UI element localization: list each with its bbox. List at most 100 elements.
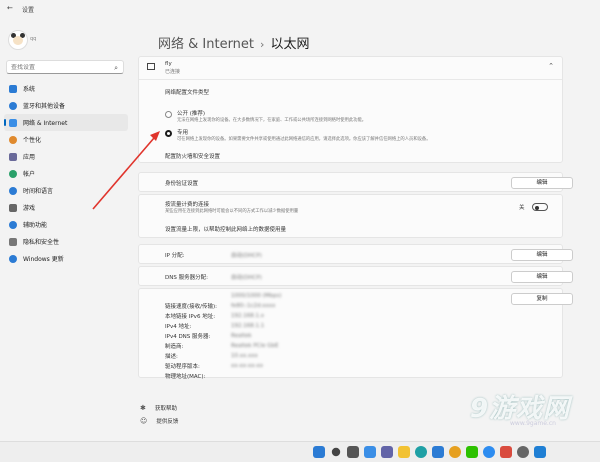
properties-card: 复制 链接速度(接收/传输): 1000/1000 (Mbps) 本地链接 IP… [138, 288, 573, 380]
public-desc: 无法在网络上发现你的设备。在大多数情况下，在家庭、工作或公共场所连接到网络时使用… [177, 118, 367, 123]
sidebar-item-accounts[interactable]: 帐户 [4, 165, 128, 182]
sidebar-item-apps[interactable]: 应用 [4, 148, 128, 165]
firewall-link[interactable]: 配置防火墙和安全设置 [165, 152, 220, 160]
sidebar-item-label: 网络 & Internet [23, 120, 68, 127]
sidebar-item-network[interactable]: 网络 & Internet [4, 114, 128, 131]
ip-row: IP 分配: 自动(DHCP) 编辑 [138, 244, 573, 264]
sidebar-item-label: 蓝牙和其他设备 [23, 103, 66, 110]
feedback-link[interactable]: ☺ 提供反馈 [140, 408, 178, 427]
property-value: Realtek [231, 333, 252, 339]
property-value: 192.168.1.1 [231, 323, 265, 329]
sidebar-item-personalization[interactable]: 个性化 [4, 131, 128, 148]
metered-label: 按流量计费的连接 [165, 202, 210, 208]
network-name: fly [165, 61, 172, 67]
ip-label: IP 分配: [165, 253, 185, 259]
accessibility-icon [9, 220, 17, 229]
property-value: Realtek PCIe GbE [231, 343, 279, 349]
network-icon [9, 118, 17, 127]
account-icon [9, 169, 17, 178]
gamepad-icon [9, 203, 17, 212]
public-label[interactable]: 公开 (推荐) [177, 109, 205, 117]
sidebar-item-system[interactable]: 系统 [4, 80, 128, 97]
search-icon[interactable]: ⌕ [114, 64, 118, 73]
store-icon[interactable] [432, 446, 444, 458]
property-value: 192.168.1.x [231, 313, 264, 319]
taskview-icon[interactable] [347, 446, 359, 458]
search-input[interactable] [11, 64, 106, 71]
avatar-face [13, 36, 23, 45]
avatar[interactable] [8, 30, 28, 50]
search-icon[interactable] [331, 447, 341, 457]
ethernet-icon [147, 63, 155, 70]
app-icon[interactable] [500, 446, 512, 458]
network-card: fly 已连接 ⌃ 网络配置文件类型 公开 (推荐) 无法在网络上发现你的设备。… [138, 56, 563, 163]
sidebar-item-privacy[interactable]: 隐私和安全性 [4, 233, 128, 250]
sidebar-item-time-language[interactable]: 时间和语言 [4, 182, 128, 199]
sidebar-item-label: 帐户 [23, 171, 36, 178]
watermark-url: www.9game.cn [510, 420, 556, 427]
settings-icon[interactable] [517, 446, 529, 458]
system-icon [9, 84, 17, 93]
sidebar-item-label: 游戏 [23, 205, 36, 212]
apps-icon [9, 152, 17, 161]
property-value: xx-xx-xx-xx [231, 363, 263, 369]
sidebar-item-bluetooth[interactable]: 蓝牙和其他设备 [4, 97, 128, 114]
sidebar-item-gaming[interactable]: 游戏 [4, 199, 128, 216]
metered-row: 按流量计费的连接 某些应用在连接到此网络时可能会以不同的方式工作以减少数据使用量… [138, 194, 563, 238]
property-value: 10.xx.xxx [231, 353, 258, 359]
user-name: qq [30, 36, 37, 42]
copy-button[interactable]: 复制 [511, 293, 573, 305]
update-icon [9, 254, 17, 263]
private-desc: 可在网络上发现你的设备。如果需要文件共享或使用通过此网络通信的应用，请选择此选项… [177, 137, 431, 142]
chrome-icon[interactable] [449, 446, 461, 458]
qq-icon[interactable] [483, 446, 495, 458]
metered-toggle-label: 关 [519, 205, 525, 211]
page-title: 网络 & Internet › 以太网 [158, 33, 309, 52]
widgets-icon[interactable] [364, 446, 376, 458]
sidebar-nav: 系统 蓝牙和其他设备 网络 & Internet 个性化 应用 帐户 时间和语言… [4, 80, 128, 267]
chat-icon[interactable] [381, 446, 393, 458]
property-label: 物理地址(MAC): [165, 374, 206, 380]
private-label[interactable]: 专用 [177, 128, 188, 136]
back-button[interactable]: ← [7, 4, 13, 12]
dns-row: DNS 服务器分配: 自动(DHCP) 编辑 [138, 266, 573, 286]
bluetooth-icon [9, 101, 17, 110]
sidebar-item-windows-update[interactable]: Windows 更新 [4, 250, 128, 267]
start-icon[interactable] [313, 446, 325, 458]
property-row: 物理地址(MAC): [165, 363, 205, 382]
private-radio[interactable] [165, 130, 172, 137]
data-limit-link[interactable]: 设置流量上限，以帮助控制此网络上的数据使用量 [165, 225, 286, 233]
sidebar-item-label: 时间和语言 [23, 188, 54, 195]
network-status: 已连接 [165, 69, 181, 75]
dns-edit-button[interactable]: 编辑 [511, 271, 573, 283]
auth-row: 身份验证设置 编辑 [138, 172, 573, 192]
app2-icon[interactable] [534, 446, 546, 458]
metered-desc: 某些应用在连接到此网络时可能会以不同的方式工作以减少数据使用量 [165, 209, 299, 214]
sidebar-item-label: 系统 [23, 86, 36, 93]
sidebar-item-label: 应用 [23, 154, 36, 161]
wechat-icon[interactable] [466, 446, 478, 458]
auth-edit-button[interactable]: 编辑 [511, 177, 573, 189]
public-radio[interactable] [165, 111, 172, 118]
edge-icon[interactable] [415, 446, 427, 458]
dns-label: DNS 服务器分配: [165, 275, 208, 281]
explorer-icon[interactable] [398, 446, 410, 458]
taskbar [0, 441, 600, 462]
metered-toggle[interactable] [532, 203, 548, 211]
property-value: fe80::1c2d:xxxx [231, 303, 276, 309]
search-box[interactable]: ⌕ [6, 60, 124, 74]
sidebar-item-accessibility[interactable]: 辅助功能 [4, 216, 128, 233]
sidebar-item-label: 辅助功能 [23, 222, 48, 229]
feedback-icon: ☺ [140, 417, 148, 425]
property-value: 1000/1000 (Mbps) [231, 293, 282, 299]
sidebar-item-label: 个性化 [23, 137, 42, 144]
sidebar-item-label: Windows 更新 [23, 256, 64, 263]
dns-value: 自动(DHCP) [231, 275, 262, 281]
sidebar-item-label: 隐私和安全性 [23, 239, 60, 246]
ip-edit-button[interactable]: 编辑 [511, 249, 573, 261]
collapse-icon[interactable]: ⌃ [548, 62, 554, 70]
feedback-label[interactable]: 提供反馈 [156, 419, 178, 425]
breadcrumb-parent[interactable]: 网络 & Internet [158, 37, 254, 52]
globe-icon [9, 186, 17, 195]
window-title: 设置 [22, 7, 35, 14]
